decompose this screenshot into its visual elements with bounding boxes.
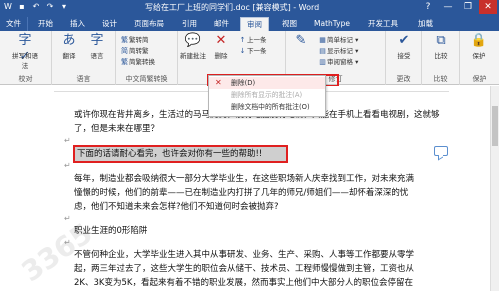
translate-button[interactable]: あ 翻译 (56, 33, 82, 60)
tab-layout[interactable]: 页面布局 (128, 17, 170, 31)
document-line: 起，两三年过去了，这些大学生的职位会从储干、技术员、工程师慢慢做到主管，工资也从 (74, 264, 415, 274)
vertical-scrollbar[interactable] (490, 86, 499, 291)
convert-button[interactable]: 繁简繁转换 (120, 57, 155, 67)
new-comment-button[interactable]: 💬 新建批注 (180, 33, 206, 60)
ribbon-tabs: 文件 开始 插入 设计 页面布局 引用 邮件 审阅 视图 MathType 开发… (0, 15, 499, 31)
word-icon: W (4, 2, 12, 11)
tab-insert[interactable]: 插入 (64, 17, 91, 31)
restore-button[interactable]: ❐ (459, 0, 477, 14)
comment-icon[interactable] (434, 146, 448, 156)
group-label: 语言 (76, 75, 91, 83)
save-icon[interactable]: ▪ (17, 2, 27, 12)
delete-icon: ✕ (215, 78, 222, 87)
quick-access-toolbar: W ▪ ↶ ↷ ▾ (3, 2, 69, 12)
group-compare: ⧉ 比较 比较 (422, 31, 460, 85)
delete-comment-button[interactable]: ✕ 删除 (208, 33, 234, 60)
language-button[interactable]: 字 语言 (84, 33, 110, 60)
group-changes: ✔ 接受 更改 (386, 31, 422, 85)
menu-item-delete-shown[interactable]: 删除所有显示的批注(A) (209, 89, 325, 101)
markup-select[interactable]: ▦简单标记 ▾ (318, 35, 358, 45)
previous-comment-button[interactable]: ↑ 上一条 (238, 35, 267, 45)
delete-comment-icon: ✕ (215, 33, 227, 48)
help-button[interactable]: ? (419, 0, 437, 14)
markup-icon: ▦ (319, 36, 326, 44)
compare-icon: ⧉ (436, 33, 446, 48)
document-line: 憧憬的时候，他们的前辈——已在制造业内打拼了几年的师兄/师姐们——却怀着深深的忧 (74, 188, 409, 198)
window-title: 写给在工厂上班的同学们.doc [兼容模式] - Word (145, 3, 320, 12)
group-label: 更改 (396, 75, 411, 83)
trad-to-simp-button[interactable]: 繁繁转简 (120, 35, 149, 45)
review-pane-icon: ▥ (319, 58, 326, 66)
document-line: 每年，制造业都会吸纳很大一部分大学毕业生，在这些职场新人庆幸找到工作，对未来充满 (74, 174, 415, 184)
section-heading: 职业生涯的0形陷阱 (74, 226, 148, 236)
accept-button[interactable]: ✔ 接受 (391, 33, 417, 60)
track-changes-icon: ✎ (295, 33, 307, 48)
title-bar: W ▪ ↶ ↷ ▾ 写给在工厂上班的同学们.doc [兼容模式] - Word … (0, 0, 499, 15)
customize-icon[interactable]: ▾ (59, 2, 69, 12)
convert-icon: 繁 (121, 58, 128, 66)
tab-design[interactable]: 设计 (96, 17, 123, 31)
document-line: 虑，他们不知道未来会怎样?他们不知道何时会被抛弃? (74, 202, 279, 212)
show-markup-button[interactable]: ▤显示标记 ▾ (318, 46, 358, 56)
group-label: 保护 (472, 75, 487, 83)
tab-references[interactable]: 引用 (176, 17, 203, 31)
document-line: 了，但是未来在哪里？ (74, 124, 160, 134)
convert-icon: 简 (121, 47, 128, 55)
tab-developer[interactable]: 开发工具 (362, 17, 404, 31)
paragraph-mark: ↵ (64, 161, 71, 170)
group-proofing: 字✓ 拼写和语法 校对 (0, 31, 52, 85)
tab-addins[interactable]: 加载 (412, 17, 439, 31)
document-line: 2K、3K变为5K，看起来有着不错的职业发展，然而事实上他们中大部分人的职位会停… (74, 278, 413, 288)
paragraph-mark: ↵ (64, 214, 71, 223)
window-controls: ? — ❐ ✕ (419, 0, 497, 14)
lock-icon: 🔒 (470, 33, 488, 48)
review-pane-button[interactable]: ▥审阅窗格 ▾ (318, 57, 358, 67)
show-markup-icon: ▤ (319, 47, 326, 55)
redo-icon[interactable]: ↷ (45, 2, 55, 12)
group-label: 比较 (433, 75, 448, 83)
tab-home[interactable]: 开始 (32, 17, 59, 31)
group-chinese-conversion: 繁繁转简 简简转繁 繁简繁转换 中文简繁转换 (116, 31, 178, 85)
accept-icon: ✔ (398, 33, 410, 48)
group-label: 校对 (18, 75, 33, 83)
tab-view[interactable]: 视图 (276, 17, 303, 31)
new-comment-icon: 💬 (184, 33, 202, 48)
undo-icon[interactable]: ↶ (31, 2, 41, 12)
group-protect: 🔒 保护 保护 (460, 31, 499, 85)
protect-button[interactable]: 🔒 保护 (466, 33, 492, 60)
translate-icon: あ (62, 33, 76, 48)
simp-to-trad-button[interactable]: 简简转繁 (120, 46, 149, 56)
delete-dropdown-menu: ✕ 删除(D) 删除所有显示的批注(A) 删除文档中的所有批注(O) (208, 75, 326, 117)
next-icon: ↓ (239, 47, 246, 55)
compare-button[interactable]: ⧉ 比较 (428, 33, 454, 60)
group-language: あ 翻译 字 语言 语言 (52, 31, 116, 85)
close-button[interactable]: ✕ (479, 0, 497, 14)
minimize-button[interactable]: — (439, 0, 457, 14)
menu-item-delete-all[interactable]: 删除文档中的所有批注(O) (209, 101, 325, 113)
tab-mathtype[interactable]: MathType (308, 17, 356, 31)
menu-item-delete[interactable]: ✕ 删除(D) (209, 77, 325, 89)
document-line: 不管何种企业，大学毕业生进入其中从事研发、业务、生产、采购、人事等工作都要从零学 (74, 250, 415, 260)
tab-file[interactable]: 文件 (0, 17, 28, 31)
selected-text[interactable]: 下面的话请耐心看完，也许会对你有一些的帮助!! (73, 145, 288, 163)
scrollbar-thumb[interactable] (492, 106, 498, 146)
paragraph-mark: ↵ (64, 238, 71, 247)
next-comment-button[interactable]: ↓ 下一条 (238, 46, 267, 56)
convert-icon: 繁 (121, 36, 128, 44)
tab-mailings[interactable]: 邮件 (208, 17, 235, 31)
track-changes-button[interactable]: ✎ (288, 33, 314, 50)
spelling-button[interactable]: 字✓ 拼写和语法 (12, 33, 38, 70)
language-icon: 字 (90, 33, 104, 48)
spelling-icon: 字✓ (18, 33, 32, 64)
paragraph-mark: ↵ (64, 136, 71, 145)
previous-icon: ↑ (239, 36, 246, 44)
tab-review[interactable]: 审阅 (240, 17, 269, 31)
group-label: 中文简繁转换 (125, 75, 168, 83)
